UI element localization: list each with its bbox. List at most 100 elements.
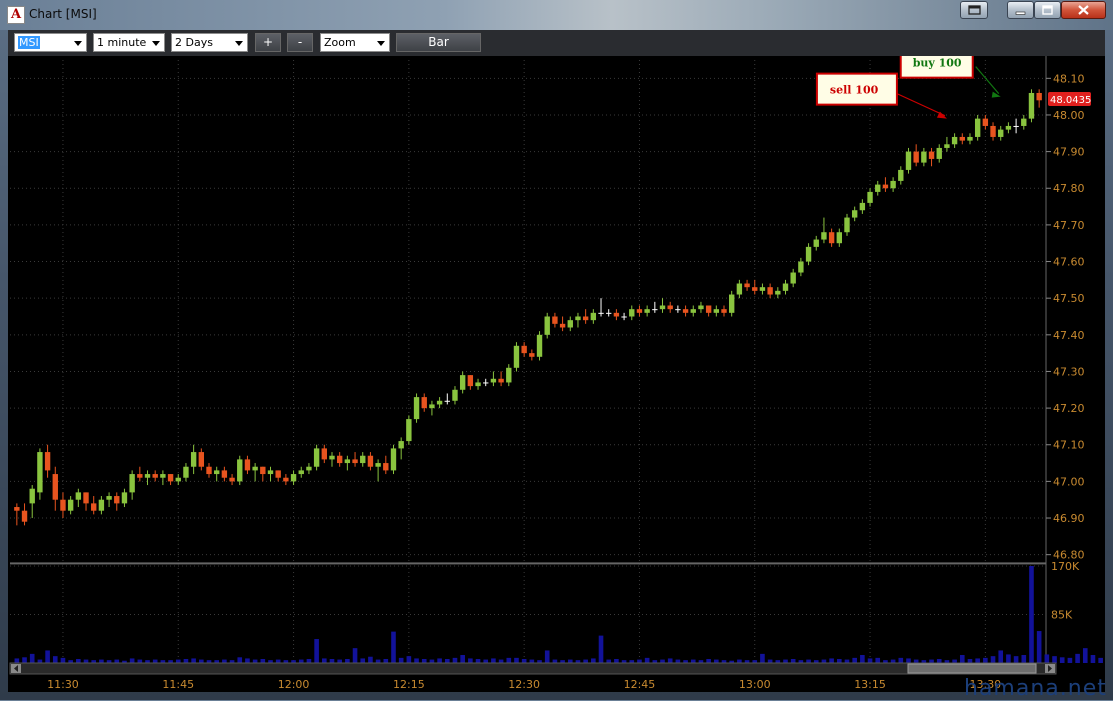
volume-bar (959, 655, 965, 663)
volume-bar (1052, 656, 1057, 663)
candle-body (490, 378, 497, 383)
interval-dropdown[interactable]: 1 minute (93, 33, 165, 52)
candle-body (974, 118, 981, 137)
close-button[interactable] (1061, 1, 1106, 19)
candle-body (344, 459, 351, 464)
volume-bar (690, 659, 696, 663)
candle-body (360, 455, 366, 464)
candle-body (951, 136, 958, 145)
candle-body (552, 316, 558, 324)
volume-bar (606, 659, 612, 663)
volume-tick-label: 170K (1051, 560, 1080, 573)
close-icon (1078, 5, 1089, 15)
chart-type-button[interactable]: Bar (396, 33, 481, 52)
candle-body (198, 452, 205, 467)
chevron-down-icon (152, 41, 160, 46)
zoom-in-button[interactable]: + (255, 33, 281, 52)
volume-bar (667, 658, 673, 663)
volume-bar (491, 658, 496, 663)
candle-body (1021, 118, 1027, 126)
candle-body (98, 499, 105, 511)
interval-value: 1 minute (97, 36, 147, 49)
restore-layout-button[interactable] (960, 1, 988, 19)
candle-body (21, 510, 28, 522)
volume-bar (906, 658, 911, 663)
volume-bar (821, 659, 827, 663)
candle-body (629, 309, 635, 317)
candle-body (813, 239, 819, 247)
price-volume-chart[interactable]: 48.10 48.00 47.90 47.80 47.70 47.60 47.50 47.40… (8, 56, 1105, 692)
volume-bar (806, 659, 811, 663)
candle-body (298, 470, 304, 475)
volume-bar (890, 659, 896, 663)
volume-bar (529, 659, 535, 663)
volume-bar (591, 658, 596, 663)
price-tick-label: 47.70 (1053, 219, 1085, 232)
mode-dropdown[interactable]: Zoom (320, 33, 390, 52)
candle-body (805, 246, 812, 262)
candle-body (752, 287, 758, 291)
volume-bar (1029, 566, 1034, 663)
candle-body (582, 316, 589, 321)
volume-bar (391, 631, 396, 663)
chevron-down-icon (74, 41, 82, 46)
volume-bar (52, 656, 58, 663)
chart-area[interactable]: 48.10 48.00 47.90 47.80 47.70 47.60 47.50 47.40… (8, 56, 1105, 692)
volume-bar (83, 659, 89, 663)
candle-body (921, 151, 927, 163)
candle-body (567, 320, 573, 328)
volume-bar (844, 659, 850, 663)
candle-body (529, 353, 535, 357)
volume-bar (675, 659, 681, 663)
volume-bar (37, 659, 43, 663)
volume-bar (437, 658, 442, 663)
volume-bar (760, 653, 765, 663)
volume-bar (475, 659, 481, 663)
buy-annotation-label: buy 100 (913, 57, 962, 70)
time-tick-label: 12:30 (508, 678, 540, 691)
volume-bar (829, 658, 834, 663)
volume-bar (506, 657, 512, 663)
candle-body (882, 184, 889, 189)
volume-bar (429, 659, 435, 663)
volume-bar (444, 659, 450, 663)
candle-body (613, 312, 620, 317)
volume-bar (837, 659, 842, 663)
candle-body (998, 129, 1004, 137)
candle-body (321, 448, 327, 460)
zoom-out-button[interactable]: - (287, 33, 313, 52)
volume-bar (929, 659, 934, 663)
candle-body (375, 463, 381, 467)
volume-bar (567, 659, 573, 663)
volume-bar (552, 659, 558, 663)
volume-bar (637, 659, 642, 663)
volume-bar (1036, 631, 1042, 663)
volume-bar (790, 659, 796, 663)
candle-body (75, 492, 82, 500)
candle-body (406, 419, 412, 442)
candle-body (828, 232, 835, 244)
volume-bar (306, 659, 312, 663)
candle-body (483, 382, 489, 384)
candle-body (352, 459, 358, 464)
candle-body (506, 367, 512, 383)
symbol-dropdown[interactable]: MSI (14, 33, 87, 52)
minimize-button[interactable] (1007, 1, 1034, 19)
maximize-button[interactable] (1034, 1, 1061, 19)
volume-bar (60, 657, 66, 663)
volume-bar (875, 657, 881, 663)
volume-bar (421, 659, 427, 663)
volume-bar (137, 659, 143, 663)
scrollbar-thumb (907, 663, 1037, 674)
volume-bar (406, 656, 412, 663)
candle-body (444, 400, 450, 402)
candle-body (967, 136, 973, 141)
window-title: Chart [MSI] (29, 7, 97, 21)
title-bar[interactable]: A Chart [MSI] (0, 0, 1113, 30)
range-dropdown[interactable]: 2 Days (171, 33, 248, 52)
volume-bar (191, 658, 196, 663)
candle-body (429, 404, 435, 409)
volume-bar (175, 659, 181, 663)
candle-body (290, 474, 297, 482)
candle-body (928, 151, 935, 159)
